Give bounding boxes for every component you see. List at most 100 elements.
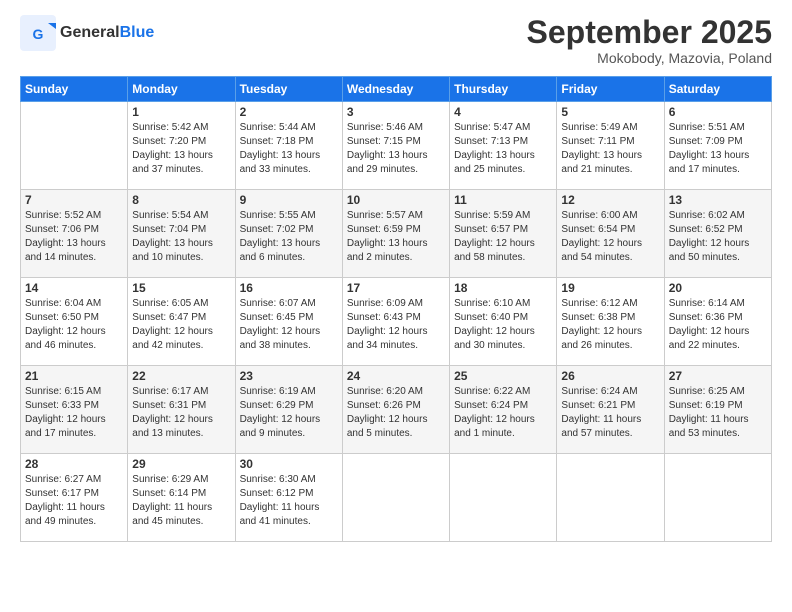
- day-number: 25: [454, 369, 552, 383]
- day-info: and 45 minutes.: [132, 515, 230, 529]
- day-info: Daylight: 12 hours: [454, 413, 552, 427]
- day-info: Daylight: 13 hours: [240, 237, 338, 251]
- day-info: and 22 minutes.: [669, 339, 767, 353]
- day-info: Sunrise: 5:52 AM: [25, 209, 123, 223]
- day-number: 4: [454, 105, 552, 119]
- day-info: and 54 minutes.: [561, 251, 659, 265]
- day-info: Daylight: 12 hours: [347, 325, 445, 339]
- table-row: 8Sunrise: 5:54 AMSunset: 7:04 PMDaylight…: [128, 190, 235, 278]
- day-info: Sunset: 6:14 PM: [132, 487, 230, 501]
- day-info: Sunrise: 6:14 AM: [669, 297, 767, 311]
- day-info: Sunrise: 6:29 AM: [132, 473, 230, 487]
- weekday-header-row: Sunday Monday Tuesday Wednesday Thursday…: [21, 77, 772, 102]
- day-info: Daylight: 12 hours: [25, 413, 123, 427]
- table-row: 13Sunrise: 6:02 AMSunset: 6:52 PMDayligh…: [664, 190, 771, 278]
- day-number: 29: [132, 457, 230, 471]
- table-row: 21Sunrise: 6:15 AMSunset: 6:33 PMDayligh…: [21, 366, 128, 454]
- day-info: Daylight: 12 hours: [454, 325, 552, 339]
- day-info: Sunset: 6:21 PM: [561, 399, 659, 413]
- table-row: 4Sunrise: 5:47 AMSunset: 7:13 PMDaylight…: [450, 102, 557, 190]
- month-title: September 2025: [527, 15, 772, 50]
- day-number: 12: [561, 193, 659, 207]
- day-number: 28: [25, 457, 123, 471]
- day-info: and 57 minutes.: [561, 427, 659, 441]
- day-info: Daylight: 13 hours: [25, 237, 123, 251]
- table-row: 27Sunrise: 6:25 AMSunset: 6:19 PMDayligh…: [664, 366, 771, 454]
- day-info: and 26 minutes.: [561, 339, 659, 353]
- day-number: 13: [669, 193, 767, 207]
- day-info: Sunset: 7:06 PM: [25, 223, 123, 237]
- day-info: Sunset: 6:36 PM: [669, 311, 767, 325]
- day-info: and 41 minutes.: [240, 515, 338, 529]
- day-number: 11: [454, 193, 552, 207]
- header: G GeneralBlue September 2025 Mokobody, M…: [20, 15, 772, 66]
- day-number: 8: [132, 193, 230, 207]
- day-info: Sunrise: 6:07 AM: [240, 297, 338, 311]
- day-info: and 53 minutes.: [669, 427, 767, 441]
- day-info: Daylight: 13 hours: [347, 149, 445, 163]
- table-row: [664, 454, 771, 542]
- day-info: and 5 minutes.: [347, 427, 445, 441]
- day-info: Daylight: 12 hours: [132, 325, 230, 339]
- day-info: Sunset: 6:45 PM: [240, 311, 338, 325]
- day-info: Sunset: 6:19 PM: [669, 399, 767, 413]
- day-info: and 33 minutes.: [240, 163, 338, 177]
- day-info: and 38 minutes.: [240, 339, 338, 353]
- day-number: 1: [132, 105, 230, 119]
- table-row: 22Sunrise: 6:17 AMSunset: 6:31 PMDayligh…: [128, 366, 235, 454]
- calendar-week-row: 7Sunrise: 5:52 AMSunset: 7:06 PMDaylight…: [21, 190, 772, 278]
- location: Mokobody, Mazovia, Poland: [527, 50, 772, 66]
- logo-icon: G: [20, 15, 56, 51]
- svg-text:G: G: [33, 26, 44, 42]
- day-info: and 14 minutes.: [25, 251, 123, 265]
- day-info: Sunset: 6:43 PM: [347, 311, 445, 325]
- day-info: Sunrise: 6:02 AM: [669, 209, 767, 223]
- day-info: Daylight: 12 hours: [454, 237, 552, 251]
- day-info: Sunset: 7:11 PM: [561, 135, 659, 149]
- day-info: Sunset: 7:18 PM: [240, 135, 338, 149]
- day-info: Daylight: 13 hours: [132, 149, 230, 163]
- calendar-week-row: 21Sunrise: 6:15 AMSunset: 6:33 PMDayligh…: [21, 366, 772, 454]
- day-info: Sunset: 6:12 PM: [240, 487, 338, 501]
- table-row: 3Sunrise: 5:46 AMSunset: 7:15 PMDaylight…: [342, 102, 449, 190]
- logo-general: General: [60, 24, 120, 41]
- day-info: and 13 minutes.: [132, 427, 230, 441]
- table-row: [450, 454, 557, 542]
- table-row: 26Sunrise: 6:24 AMSunset: 6:21 PMDayligh…: [557, 366, 664, 454]
- table-row: 11Sunrise: 5:59 AMSunset: 6:57 PMDayligh…: [450, 190, 557, 278]
- table-row: 29 Sunrise: 6:29 AMSunset: 6:14 PMDayligh…: [128, 454, 235, 542]
- day-info: and 25 minutes.: [454, 163, 552, 177]
- col-friday: Friday: [557, 77, 664, 102]
- day-info: Sunrise: 5:57 AM: [347, 209, 445, 223]
- day-info: Sunrise: 6:19 AM: [240, 385, 338, 399]
- day-info: and 10 minutes.: [132, 251, 230, 265]
- day-number: 27: [669, 369, 767, 383]
- day-info: and 50 minutes.: [669, 251, 767, 265]
- day-info: and 30 minutes.: [454, 339, 552, 353]
- table-row: 17Sunrise: 6:09 AMSunset: 6:43 PMDayligh…: [342, 278, 449, 366]
- day-number: 24: [347, 369, 445, 383]
- table-row: 14Sunrise: 6:04 AMSunset: 6:50 PMDayligh…: [21, 278, 128, 366]
- day-info: and 17 minutes.: [669, 163, 767, 177]
- day-info: Sunset: 7:13 PM: [454, 135, 552, 149]
- day-info: Sunset: 6:52 PM: [669, 223, 767, 237]
- day-info: Daylight: 11 hours: [132, 501, 230, 515]
- day-info: and 9 minutes.: [240, 427, 338, 441]
- day-number: 20: [669, 281, 767, 295]
- title-block: September 2025 Mokobody, Mazovia, Poland: [527, 15, 772, 66]
- day-number: 3: [347, 105, 445, 119]
- day-info: Sunrise: 6:24 AM: [561, 385, 659, 399]
- day-info: Sunrise: 5:42 AM: [132, 121, 230, 135]
- day-info: Daylight: 12 hours: [561, 325, 659, 339]
- day-info: Daylight: 11 hours: [25, 501, 123, 515]
- day-info: and 34 minutes.: [347, 339, 445, 353]
- day-info: Daylight: 12 hours: [561, 237, 659, 251]
- day-info: Sunset: 6:40 PM: [454, 311, 552, 325]
- day-info: Sunrise: 5:46 AM: [347, 121, 445, 135]
- day-info: Sunrise: 5:49 AM: [561, 121, 659, 135]
- day-info: Sunset: 6:17 PM: [25, 487, 123, 501]
- table-row: 2Sunrise: 5:44 AMSunset: 7:18 PMDaylight…: [235, 102, 342, 190]
- day-info: Sunrise: 6:25 AM: [669, 385, 767, 399]
- day-info: Sunset: 6:31 PM: [132, 399, 230, 413]
- day-number: 19: [561, 281, 659, 295]
